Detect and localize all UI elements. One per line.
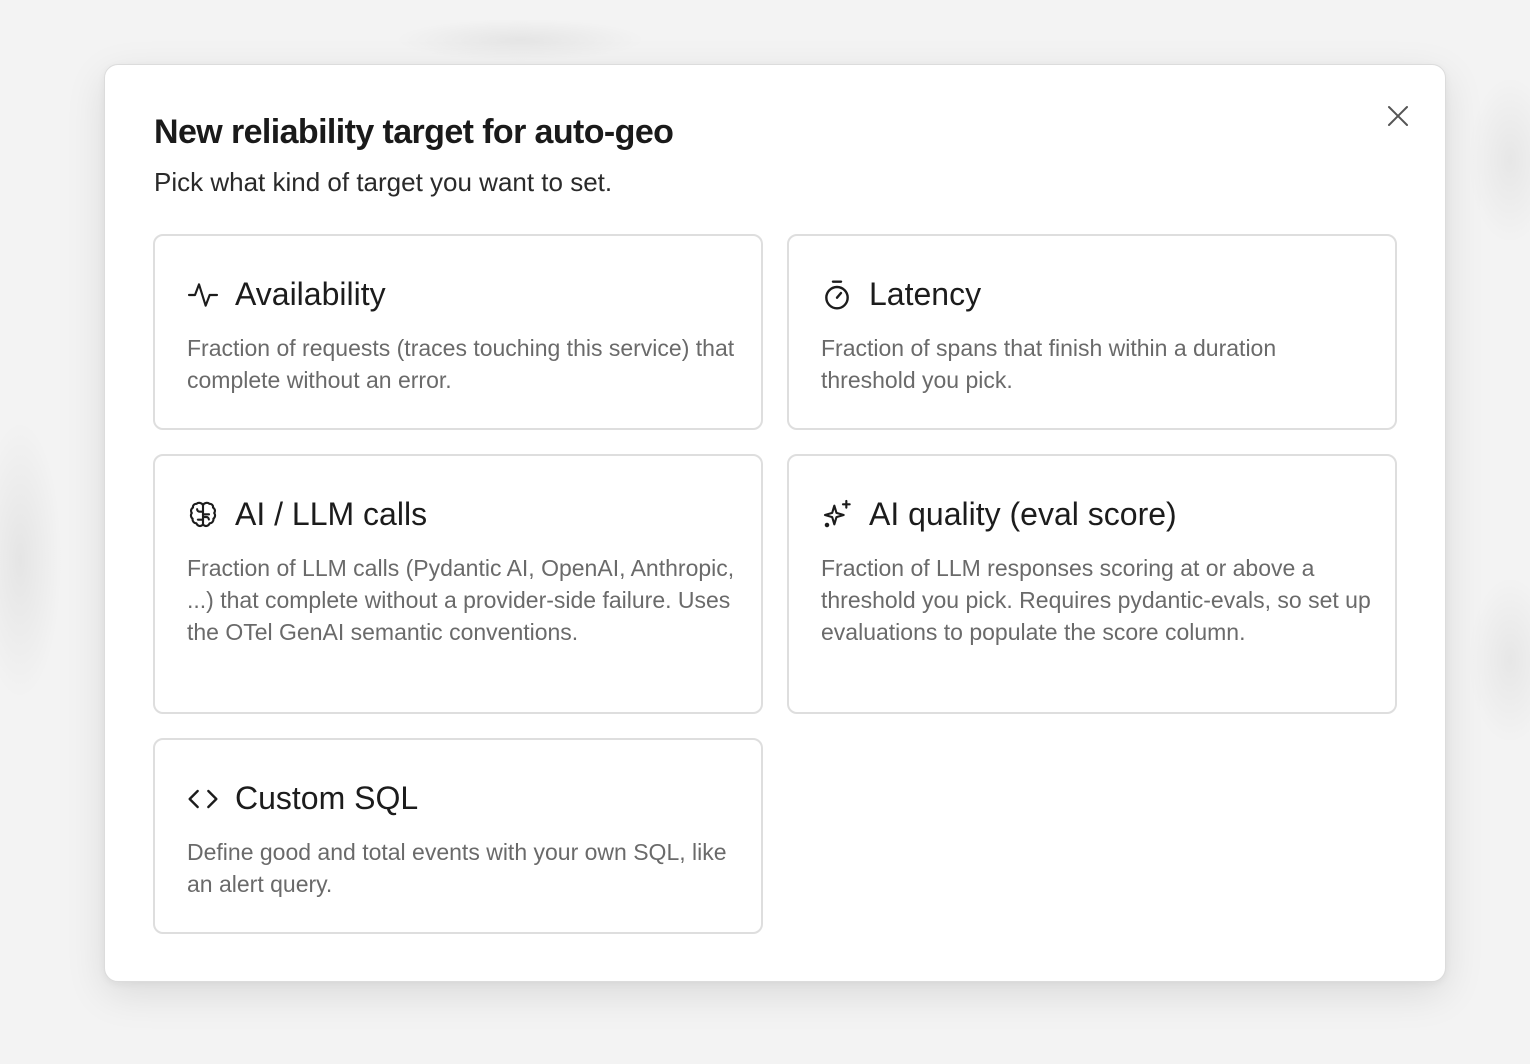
activity-icon (187, 279, 219, 311)
close-icon[interactable] (1386, 104, 1410, 128)
option-label: AI quality (eval score) (869, 496, 1177, 532)
option-description: Fraction of requests (traces touching th… (187, 335, 735, 393)
option-label: AI / LLM calls (235, 496, 428, 532)
dialog-title: New reliability target for auto-geo (154, 113, 674, 151)
option-label: Availability (235, 276, 386, 312)
close-button[interactable] (1383, 101, 1413, 131)
brain-icon (187, 499, 219, 531)
option-label: Custom SQL (235, 780, 419, 816)
option-description: Fraction of LLM responses scoring at or … (821, 555, 1371, 645)
dialog-subtitle: Pick what kind of target you want to set… (154, 167, 613, 197)
option-card-ai-quality[interactable]: AI quality (eval score) Fraction of LLM … (787, 454, 1397, 714)
option-card-custom-sql[interactable]: Custom SQL Define good and total events … (153, 738, 763, 934)
option-description: Fraction of LLM calls (Pydantic AI, Open… (187, 555, 735, 645)
stopwatch-icon (821, 279, 853, 311)
new-target-dialog: New reliability target for auto-geo Pick… (104, 64, 1446, 982)
option-card-availability[interactable]: Availability Fraction of requests (trace… (153, 234, 763, 430)
code-icon (187, 783, 219, 815)
option-card-ai-llm-calls[interactable]: AI / LLM calls Fraction of LLM calls (Py… (153, 454, 763, 714)
option-description: Define good and total events with your o… (187, 839, 727, 897)
option-description: Fraction of spans that finish within a d… (821, 335, 1277, 393)
option-label: Latency (869, 276, 982, 312)
option-card-latency[interactable]: Latency Fraction of spans that finish wi… (787, 234, 1397, 430)
sparkles-icon (821, 499, 853, 531)
